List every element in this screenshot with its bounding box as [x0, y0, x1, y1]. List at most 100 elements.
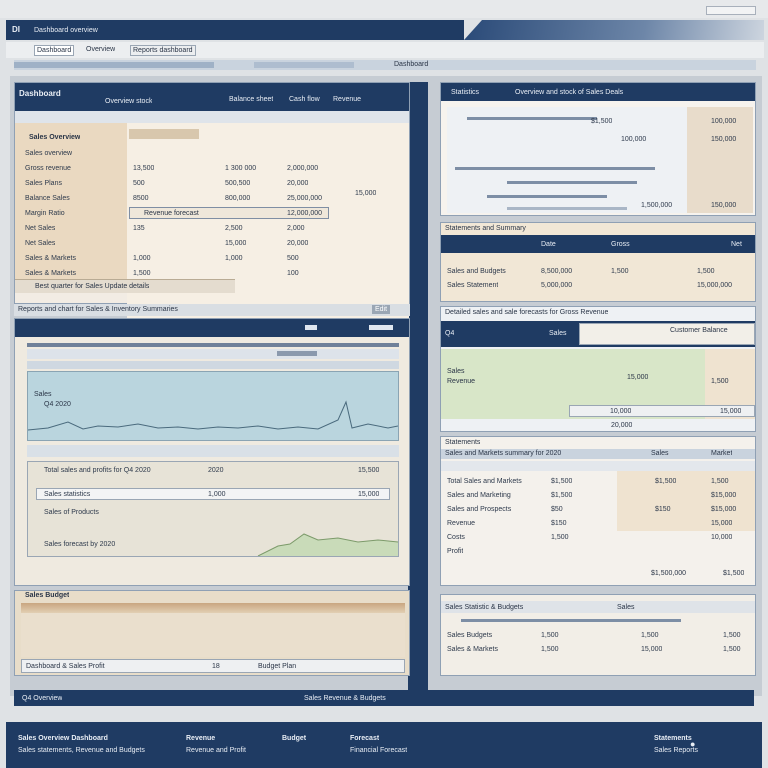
row-label: Gross revenue: [25, 165, 71, 172]
globe-icon[interactable]: ●: [690, 740, 695, 749]
statement-c: 1,500: [697, 268, 715, 275]
budget-footer-right: Budget Plan: [258, 663, 297, 670]
revenue-side-2: 10,000: [610, 408, 632, 415]
row-value-c: 500: [287, 255, 299, 262]
stat-value: 100,000: [621, 136, 647, 143]
status-bar: Q4 Overview Sales Revenue & Budgets: [14, 690, 754, 706]
row-value-c: 2,000,000: [287, 165, 319, 172]
footer-col1-title[interactable]: Sales Overview Dashboard: [18, 734, 108, 744]
list-item-v1: 1,000: [208, 491, 226, 498]
tab-strip-label[interactable]: Dashboard: [394, 60, 428, 69]
table-row-a: $1,500: [551, 478, 573, 485]
table-row-c: $15,000: [711, 506, 737, 513]
table-row-a: $150: [551, 520, 567, 527]
table-row-label: Sales and Prospects: [447, 506, 512, 513]
menu-bar: Dashboard Overview Reports dashboard: [6, 42, 764, 58]
budgets-panel: Sales Statistic & Budgets Sales Sales Bu…: [440, 594, 756, 676]
revenue-label-2: Revenue: [447, 378, 476, 385]
header-col-3[interactable]: Cash flow: [289, 95, 320, 104]
statement-a: 5,000,000: [541, 282, 573, 289]
list-item-v2: 15,500: [358, 467, 380, 474]
markets-total-value: $1,500: [723, 570, 745, 577]
statements-header: Date Gross Net: [441, 235, 755, 253]
table-row-label: Profit: [447, 548, 464, 555]
footer-col3-title[interactable]: Budget: [282, 734, 306, 744]
header-col-1[interactable]: Overview stock: [105, 97, 152, 106]
row-value-b: 15,000: [225, 240, 247, 247]
statements-col-net[interactable]: Net: [731, 240, 742, 249]
row-value-c: 12,000,000: [287, 210, 323, 217]
row-value-c: 25,000,000: [287, 195, 323, 202]
revenue-header-card[interactable]: Customer Balance: [579, 323, 755, 345]
row-label: Sales & Markets: [25, 270, 76, 277]
markets-total-label: $1,500,000: [651, 570, 687, 577]
row-value-c: 20,000: [287, 240, 309, 247]
table-row-c: 1,500: [711, 478, 729, 485]
window-title: Dashboard overview: [34, 27, 98, 34]
menu-item-dashboard[interactable]: Dashboard: [34, 45, 75, 56]
statements-panel: Statements and Summary Date Gross Net Sa…: [440, 222, 756, 302]
statement-b: 1,500: [611, 268, 629, 275]
area-chart: [257, 533, 398, 556]
table-row-a: $50: [551, 506, 563, 513]
statements-col-date[interactable]: Date: [541, 240, 556, 249]
footer-col5-title[interactable]: Statements: [654, 734, 692, 744]
row-value-c: 20,000: [287, 180, 309, 187]
row-label: Net Sales: [25, 240, 56, 247]
footer-col2-sub: Revenue and Profit: [186, 747, 246, 754]
chart-caption-row: Reports and chart for Sales & Inventory …: [14, 304, 410, 316]
revenue-label-1: Sales: [447, 368, 465, 375]
edit-button[interactable]: Edit: [372, 305, 391, 314]
table-row-b: $1,500: [655, 478, 677, 485]
budget-row-c: 1,500: [723, 646, 741, 653]
budgets-title: Sales Statistic & Budgets: [445, 604, 524, 611]
row-label: Sales Plans: [25, 180, 62, 187]
dashboard-window: DI Dashboard overview Dashboard Overview…: [0, 0, 768, 768]
side-value: 15,000: [355, 190, 377, 197]
table-row-c: 15,000: [711, 520, 733, 527]
table-row-label: Total Sales and Markets: [447, 478, 522, 485]
header-col-2[interactable]: Balance sheet: [229, 95, 273, 104]
table-row-label: Revenue: [447, 520, 476, 527]
status-left: Q4 Overview: [22, 695, 63, 702]
table-row-label: Sales and Marketing: [447, 492, 511, 499]
revenue-legend: 10,000 15,000: [569, 405, 755, 417]
statements-col-gross[interactable]: Gross: [611, 240, 630, 249]
revenue-header-mid: Sales: [549, 330, 567, 337]
row-value-b: 800,000: [225, 195, 251, 202]
statement-c: 15,000,000: [697, 282, 733, 289]
chart-header: [15, 319, 409, 337]
table-row-c: 10,000: [711, 534, 733, 541]
table-row-c: $15,000: [711, 492, 737, 499]
menu-item-overview[interactable]: Overview: [86, 45, 115, 54]
footer-col4-sub: Financial Forecast: [350, 747, 408, 754]
row-value-b: 1 300 000: [225, 165, 257, 172]
row-value-b: 1,000: [225, 255, 243, 262]
footer-col1-sub: Sales statements, Revenue and Budgets: [18, 747, 145, 754]
markets-col-market[interactable]: Market: [711, 449, 732, 458]
header-col-4[interactable]: Revenue: [333, 95, 361, 104]
app-code: DI: [12, 25, 20, 34]
statement-label: Sales Statement: [447, 282, 499, 289]
statistics-subtitle: Overview and stock of Sales Deals: [515, 89, 624, 96]
footer-col2-title[interactable]: Revenue: [186, 734, 215, 744]
revenue-value: 15,000: [627, 374, 649, 381]
section-title: Sales Overview: [29, 134, 81, 141]
table-row-a: 1,500: [551, 534, 569, 541]
menu-item-reports[interactable]: Reports dashboard: [130, 45, 196, 56]
line-chart-area: Sales Q4 2020: [27, 371, 399, 441]
sales-chart-panel: Sales Q4 2020 Total sales and profits fo…: [14, 318, 410, 586]
budget-row-c: 1,500: [723, 632, 741, 639]
row-label: Balance Sales: [25, 195, 70, 202]
revenue-side-1: 1,500: [711, 378, 729, 385]
footer-col4-title[interactable]: Forecast: [350, 734, 379, 744]
markets-col-sales[interactable]: Sales: [651, 449, 669, 458]
row-label: Sales & Markets: [25, 255, 76, 262]
sales-budget-panel: Sales Budget Dashboard & Sales Profit 18…: [14, 590, 410, 676]
highlight-label: Revenue forecast: [144, 210, 199, 217]
budget-row-a: 1,500: [541, 646, 559, 653]
search-input[interactable]: [706, 6, 756, 15]
tab-strip: Dashboard: [14, 60, 756, 70]
markets-caption: Statements: [445, 439, 481, 446]
budget-row-label: Sales & Markets: [447, 646, 498, 653]
